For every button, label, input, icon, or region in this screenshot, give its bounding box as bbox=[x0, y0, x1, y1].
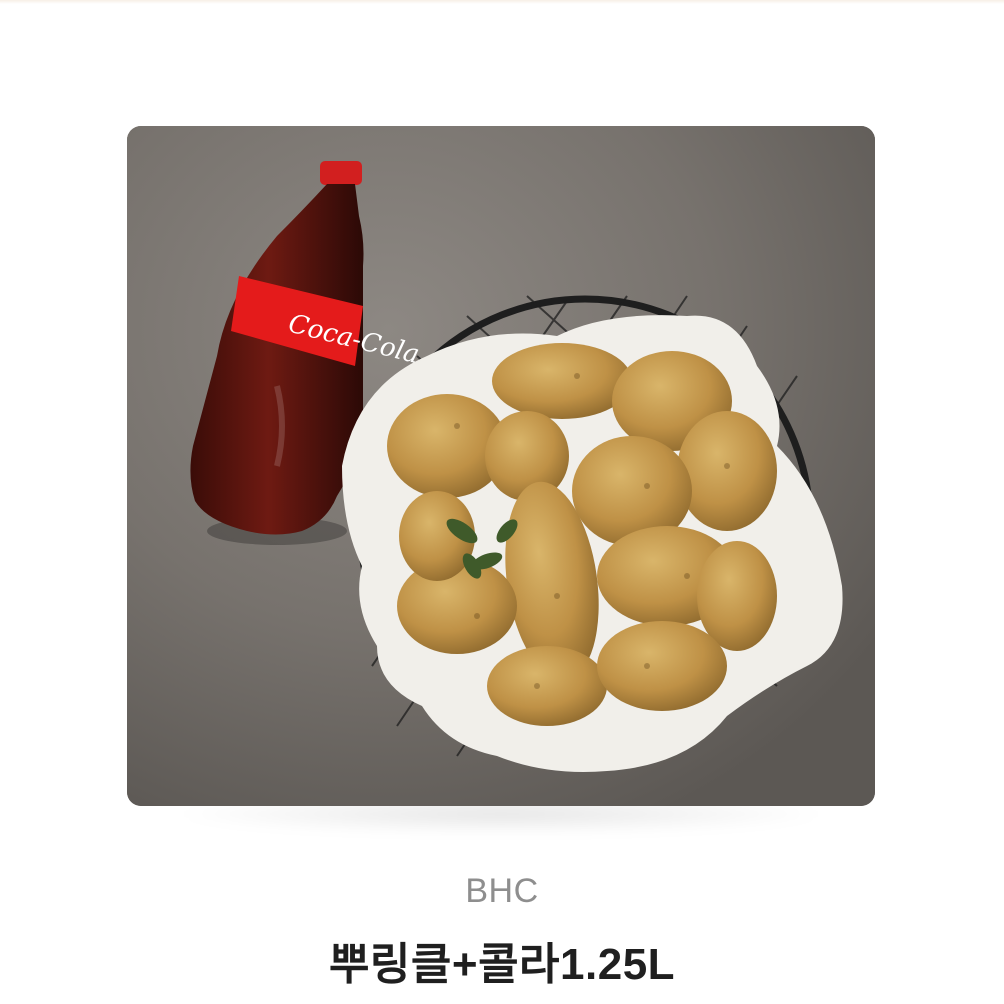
top-divider bbox=[0, 0, 1004, 4]
product-image[interactable]: Coca-Cola bbox=[127, 126, 875, 806]
brand-name: BHC bbox=[465, 872, 539, 910]
product-photo-illustration: Coca-Cola bbox=[127, 126, 875, 806]
product-card[interactable]: Coca-Cola bbox=[127, 126, 875, 834]
product-title: 뿌링클+콜라1.25L bbox=[328, 940, 676, 989]
